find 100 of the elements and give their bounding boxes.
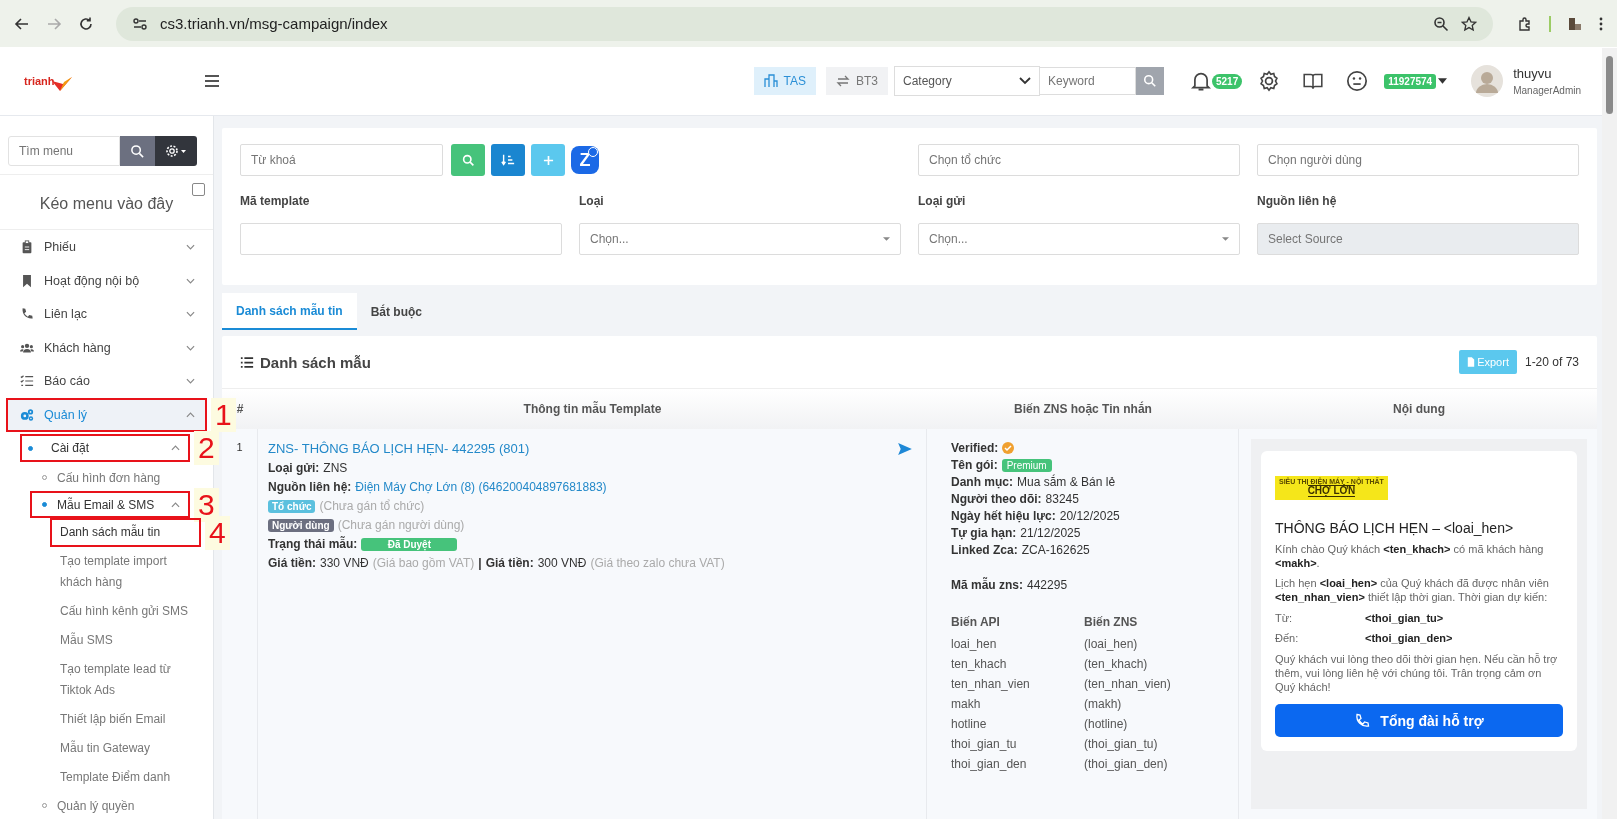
field-label: Giá tiền:	[268, 556, 316, 570]
field-label: Tự gia hạn:	[951, 526, 1017, 540]
menu-item[interactable]: Cấu hình kênh gửi SMS	[52, 599, 197, 625]
drop-zone-label: Kéo menu vào đây	[39, 195, 174, 214]
tab[interactable]: Danh sách mẫu tin	[222, 293, 357, 330]
template-link[interactable]: ZNS- THÔNG BÁO LỊCH HẸN- 442295 (801)	[268, 441, 530, 456]
bookmark-icon	[20, 273, 34, 288]
company-chip[interactable]: TAS	[753, 67, 816, 95]
bullet-icon	[42, 502, 47, 508]
field-value: 21/12/2025	[1020, 526, 1081, 540]
file-icon	[1467, 357, 1476, 367]
menu-item[interactable]: Báo cáo	[8, 366, 205, 397]
brand-logo[interactable]: trianh	[24, 71, 194, 91]
sort-button[interactable]	[491, 144, 525, 176]
chevron-icon	[186, 311, 195, 318]
swap-icon	[835, 74, 850, 88]
time-value: <thoi_gian_den>	[1365, 632, 1453, 644]
checkbox[interactable]	[192, 183, 205, 197]
tag: Người dùng	[268, 518, 334, 532]
annotation-number: 2	[194, 431, 219, 466]
site-info-icon[interactable]	[132, 15, 148, 32]
field-value: ZNS	[323, 461, 348, 475]
field-label: Nguồn liên hệ	[1257, 194, 1338, 208]
zoom-icon[interactable]	[1433, 15, 1449, 32]
field-label: Giá tiền:	[485, 556, 534, 570]
keyword-field[interactable]: Từ khoá	[240, 144, 443, 176]
menu-item[interactable]: Tạo template import khách hàng	[52, 549, 199, 596]
search-button[interactable]	[120, 136, 155, 167]
star-icon[interactable]	[1461, 15, 1477, 32]
smiley-icon[interactable]	[1346, 70, 1369, 92]
menu-icon[interactable]	[204, 74, 220, 88]
address-bar[interactable]: cs3.trianh.vn/msg-campaign/index	[116, 6, 1493, 41]
contact-source-link[interactable]: Điện Máy Chợ Lớn (8) (646200404897681883)	[355, 480, 607, 494]
api-variable: thoi_gian_tu	[951, 737, 1018, 751]
back-icon[interactable]	[14, 15, 30, 32]
tag-note: (Chưa gán tổ chức)	[319, 499, 425, 513]
api-variable: ten_nhan_vien	[951, 677, 1031, 691]
menu-icon[interactable]	[1599, 15, 1603, 32]
variable-header: Biến API	[951, 615, 1001, 629]
message-paragraph: Kính chào Quý khách <ten_khach> có mã khách hàng <makh>.	[1275, 542, 1545, 570]
zalo-button[interactable]: Z	[571, 146, 599, 174]
zns-variable: (thoi_gian_tu)	[1084, 737, 1159, 751]
menu-item[interactable]: Mẫu SMS	[52, 628, 121, 654]
cogs-icon	[20, 407, 34, 422]
send-icon[interactable]	[898, 442, 912, 455]
menu-item[interactable]: Liên lạc	[8, 299, 205, 330]
badge-dot	[588, 147, 598, 157]
scrollbar[interactable]	[1602, 48, 1617, 819]
menu-item[interactable]: Cấu hình đơn hàng	[32, 466, 188, 490]
settings-button[interactable]	[155, 136, 197, 167]
annotation-number: 3	[194, 487, 219, 522]
user-role: ManagerAdmin	[1513, 85, 1581, 96]
select-field[interactable]: Chọn...	[579, 223, 901, 255]
keyword-field[interactable]: Keyword	[1040, 67, 1136, 95]
company-chip[interactable]: BT3	[825, 67, 888, 95]
column-header: #	[235, 402, 245, 416]
bell-icon[interactable]	[1190, 70, 1212, 92]
category-select[interactable]: Category	[894, 66, 1040, 96]
puzzle-icon[interactable]	[1517, 15, 1533, 32]
bullet-icon	[28, 445, 33, 451]
plus-icon	[542, 154, 554, 166]
input-field[interactable]	[240, 223, 562, 255]
user-field[interactable]: Chọn người dùng	[1257, 144, 1579, 176]
message-paragraph: Lịch hẹn <loai_hen> của Quý khách đã được nhân viên <ten_nhan_vien> thiết lập thời gian. Thời gian dự kiến:	[1275, 576, 1550, 604]
menu-item[interactable]: Quản lý quyền	[32, 794, 188, 817]
chevron-icon	[171, 501, 180, 508]
menu-item[interactable]: Khách hàng	[8, 333, 205, 363]
caret-icon[interactable]	[1438, 78, 1448, 84]
field-label: Loại	[579, 194, 605, 208]
menu-item[interactable]: Mẫu tin Gateway	[52, 736, 159, 762]
menu-item[interactable]: Hoạt động nội bộ	[8, 266, 205, 296]
menu-item[interactable]: Thiết lập biến Email	[52, 707, 174, 733]
gear-icon[interactable]	[1258, 70, 1281, 92]
select-field[interactable]: Chọn...	[918, 223, 1240, 255]
menu-search-field[interactable]: Tìm menu	[8, 136, 120, 167]
organization-field[interactable]: Chọn tổ chức	[918, 144, 1240, 176]
profile-icon[interactable]	[1567, 15, 1583, 32]
hotline-button[interactable]: Tổng đài hỗ trợ	[1275, 704, 1563, 737]
api-variable: thoi_gian_den	[951, 757, 1028, 771]
tag-note: (Chưa gán người dùng)	[337, 518, 465, 532]
status-badge: Đã Duyệt	[361, 537, 458, 551]
tab[interactable]: Bắt buộc	[356, 293, 437, 330]
menu-item[interactable]: Template Điểm danh	[52, 765, 179, 791]
variable-header: Biến ZNS	[1084, 615, 1139, 629]
field-label: Mã template	[240, 194, 311, 208]
list-icon	[20, 374, 34, 389]
tag: Tổ chức	[268, 499, 316, 513]
field-label: Mã mẫu zns:	[951, 578, 1023, 592]
message-paragraph: Quý khách vui lòng theo dõi thời gian hẹn. Nếu cần hỗ trợ thêm, vui lòng liên hệ với chúng tôi. Trân trọng cảm ơn Quý khách!	[1275, 652, 1559, 694]
menu-item[interactable]: Phiếu	[8, 232, 205, 262]
annotation-number: 1	[211, 397, 236, 432]
field-label: Tên gói:	[951, 458, 998, 472]
chevron-icon	[186, 378, 195, 385]
field-label: Nguồn liên hệ:	[268, 480, 352, 494]
caret-icon	[883, 237, 890, 241]
menu-item[interactable]: Tạo template lead từ Tiktok Ads	[52, 657, 199, 704]
price-value: 330 VNĐ	[320, 556, 369, 570]
zns-variable: (loai_hen)	[1084, 637, 1139, 651]
reload-icon[interactable]	[78, 15, 94, 32]
list-icon	[240, 355, 254, 369]
